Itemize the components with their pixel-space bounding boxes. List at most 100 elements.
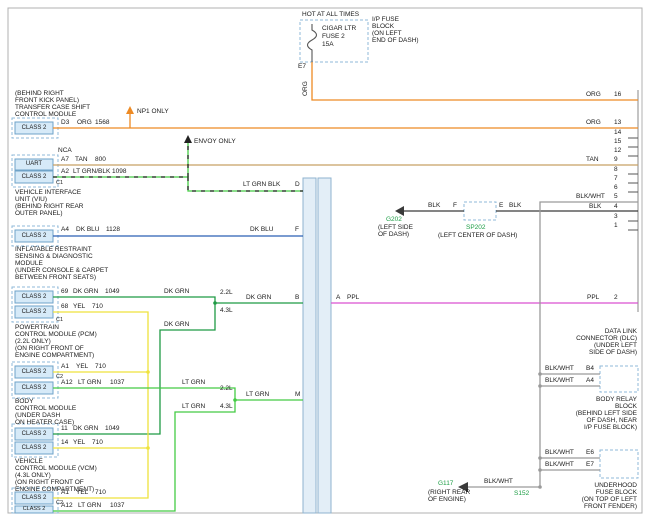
bottom-pin1: A1	[61, 489, 69, 496]
branch-2-2l-label-ltgrn: 2.2L	[220, 385, 233, 392]
uh-pin1: E6	[586, 449, 594, 456]
bottom-wire2-label: LT GRN	[78, 502, 101, 509]
envoy-only-note: ENVOY ONLY	[194, 138, 236, 145]
bcm-wire2-label: LT GRN	[78, 379, 101, 386]
relay-pin2: A4	[586, 377, 594, 384]
ppl-wire-label: PPL	[347, 294, 359, 301]
dlc-pin14-number: 14	[614, 129, 621, 136]
viu-circuit1: 800	[95, 156, 106, 163]
fuse-rating: 15A	[322, 41, 334, 48]
underhood-fuse-block-label: UNDERHOOD FUSE BLOCK (ON TOP OF LEFT FRO…	[582, 482, 637, 510]
sdm-circuit: 1128	[106, 226, 120, 233]
viu-module-label: VEHICLE INTERFACE UNIT (VIU) (BEHIND RIG…	[15, 189, 84, 217]
viu-connector-id: C1	[56, 180, 63, 187]
dlc-m-pin: M	[295, 391, 300, 398]
dlc-pin5-number: 5	[614, 193, 618, 200]
vcm-class2-box2-label: CLASS 2	[15, 442, 53, 454]
ltgrn-branch-label-upper: LT GRN	[182, 379, 205, 386]
branch-4-3l-label-ltgrn: 4.3L	[220, 403, 233, 410]
relay-wire2-label: BLK/WHT	[545, 377, 574, 384]
g117-ground-link[interactable]: G117	[438, 480, 453, 487]
bcm-class2-box1-label: CLASS 2	[15, 366, 53, 378]
g202-ground-link[interactable]: G202	[386, 216, 402, 223]
tcase-circuit-number: 1568	[95, 119, 109, 126]
viu-wire1-label: TAN	[75, 156, 88, 163]
dlc-a-pin: A	[336, 294, 340, 301]
g202-wire-label: BLK	[428, 202, 440, 209]
sp202-pin-f: F	[453, 202, 457, 209]
g117-wire-label: BLK/WHT	[484, 478, 513, 485]
uart-box-label: UART	[15, 159, 53, 170]
vcm-wire1-label: DK GRN	[73, 425, 98, 432]
g117-location-label: (RIGHT REAR OF ENGINE)	[428, 489, 470, 503]
viu-pin2: A2	[61, 168, 69, 175]
s152-splice-link[interactable]: S152	[514, 490, 529, 497]
dlc-pin7-number: 7	[614, 175, 618, 182]
pcm-pin2: 68	[61, 303, 68, 310]
dlc-label: DATA LINK CONNECTOR (DLC) (UNDER LEFT SI…	[576, 328, 637, 356]
dlc-d-pin: D	[295, 181, 300, 188]
dkgrn-branch-label-upper: DK GRN	[164, 288, 189, 295]
pcm-circuit2: 710	[92, 303, 103, 310]
viu-circuit2: 1098	[112, 168, 126, 175]
bottom-class2-box2-label: CLASS 2	[15, 506, 53, 513]
pcm-class2-box1-label: CLASS 2	[15, 291, 53, 303]
dlc-b-wire-label: DK GRN	[246, 294, 271, 301]
dlc-pin15-number: 15	[614, 138, 621, 145]
hot-at-all-times-label: HOT AT ALL TIMES	[302, 11, 359, 18]
dlc-pin1-number: 1	[614, 222, 618, 229]
vcm-pin1: 11	[61, 425, 68, 432]
tcase-pin: D3	[61, 119, 69, 126]
sp202-out-wire-label: BLK	[509, 202, 521, 209]
vcm-module-label: VEHICLE CONTROL MODULE (VCM) (4.3L ONLY)…	[15, 458, 97, 493]
bottom-class2-box1-label: CLASS 2	[15, 492, 53, 504]
tcase-wire-label: ORG	[77, 119, 92, 126]
branch-2-2l-label-dkgrn: 2.2L	[220, 289, 233, 296]
np1-only-note: NP1 ONLY	[137, 108, 169, 115]
dlc-pin2-number: 2	[614, 294, 618, 301]
dlc-d-wire-label: LT GRN BLK	[243, 181, 280, 188]
transfer-case-module-label: (BEHIND RIGHT FRONT KICK PANEL) TRANSFER…	[15, 90, 90, 118]
dlc-f-pin: F	[295, 226, 299, 233]
bottom-circuit2: 1037	[110, 502, 124, 509]
dlc-pin8-number: 8	[614, 166, 618, 173]
viu-pin1: A7	[61, 156, 69, 163]
dlc-m-wire-label: LT GRN	[246, 391, 269, 398]
branch-4-3l-label-dkgrn: 4.3L	[220, 307, 233, 314]
dlc-pin16-wire-label: ORG	[586, 91, 601, 98]
dlc-pin4-number: 4	[614, 203, 618, 210]
dlc-pin6-number: 6	[614, 184, 618, 191]
uh-wire2-label: BLK/WHT	[545, 461, 574, 468]
wiring-diagram-page: HOT AT ALL TIMES CIGAR LTR FUSE 2 15A I/…	[0, 0, 650, 521]
uh-wire1-label: BLK/WHT	[545, 449, 574, 456]
sp202-splice-link[interactable]: SP202	[466, 224, 486, 231]
sp202-location-label: (LEFT CENTER OF DASH)	[438, 232, 517, 239]
bcm-wire1-label: YEL	[76, 363, 88, 370]
pcm-wire1-label: DK GRN	[73, 288, 98, 295]
tcase-class2-box-label: CLASS 2	[15, 122, 53, 134]
bcm-module-label: BODY CONTROL MODULE (UNDER DASH ON HEATE…	[15, 398, 76, 426]
dlc-pin2-wire-label: PPL	[587, 294, 599, 301]
bcm-pin2: A12	[61, 379, 73, 386]
fuse-pin-label: E7	[298, 63, 306, 70]
pcm-wire2-label: YEL	[73, 303, 85, 310]
viu-wire2-label: LT GRN/BLK	[73, 168, 110, 175]
dlc-pin3-number: 3	[614, 213, 618, 220]
sp202-pin-e: E	[499, 202, 503, 209]
org-vertical-wire-label: ORG	[302, 81, 309, 96]
sdm-wire-label: DK BLU	[76, 226, 99, 233]
bcm-circuit2: 1037	[110, 379, 124, 386]
dlc-f-wire-label: DK BLU	[250, 226, 273, 233]
bottom-pin2: A12	[61, 502, 73, 509]
pcm-module-label: POWERTRAIN CONTROL MODULE (PCM) (2.2L ON…	[15, 324, 97, 359]
sdm-class2-box-label: CLASS 2	[15, 230, 53, 242]
viu-nca-note: NCA	[58, 147, 72, 154]
sdm-pin: A4	[61, 226, 69, 233]
sdm-module-label: INFLATABLE RESTRAINT SENSING & DIAGNOSTI…	[15, 246, 108, 281]
bottom-wire1-label: YEL	[76, 489, 88, 496]
dlc-pin9-number: 9	[614, 156, 618, 163]
ip-fuse-block-label: I/P FUSE BLOCK (ON LEFT END OF DASH)	[372, 16, 419, 44]
g202-location-label: (LEFT SIDE OF DASH)	[378, 224, 413, 238]
dlc-pin9-wire-label: TAN	[586, 156, 599, 163]
fuse-name-line1: CIGAR LTR	[322, 25, 356, 32]
